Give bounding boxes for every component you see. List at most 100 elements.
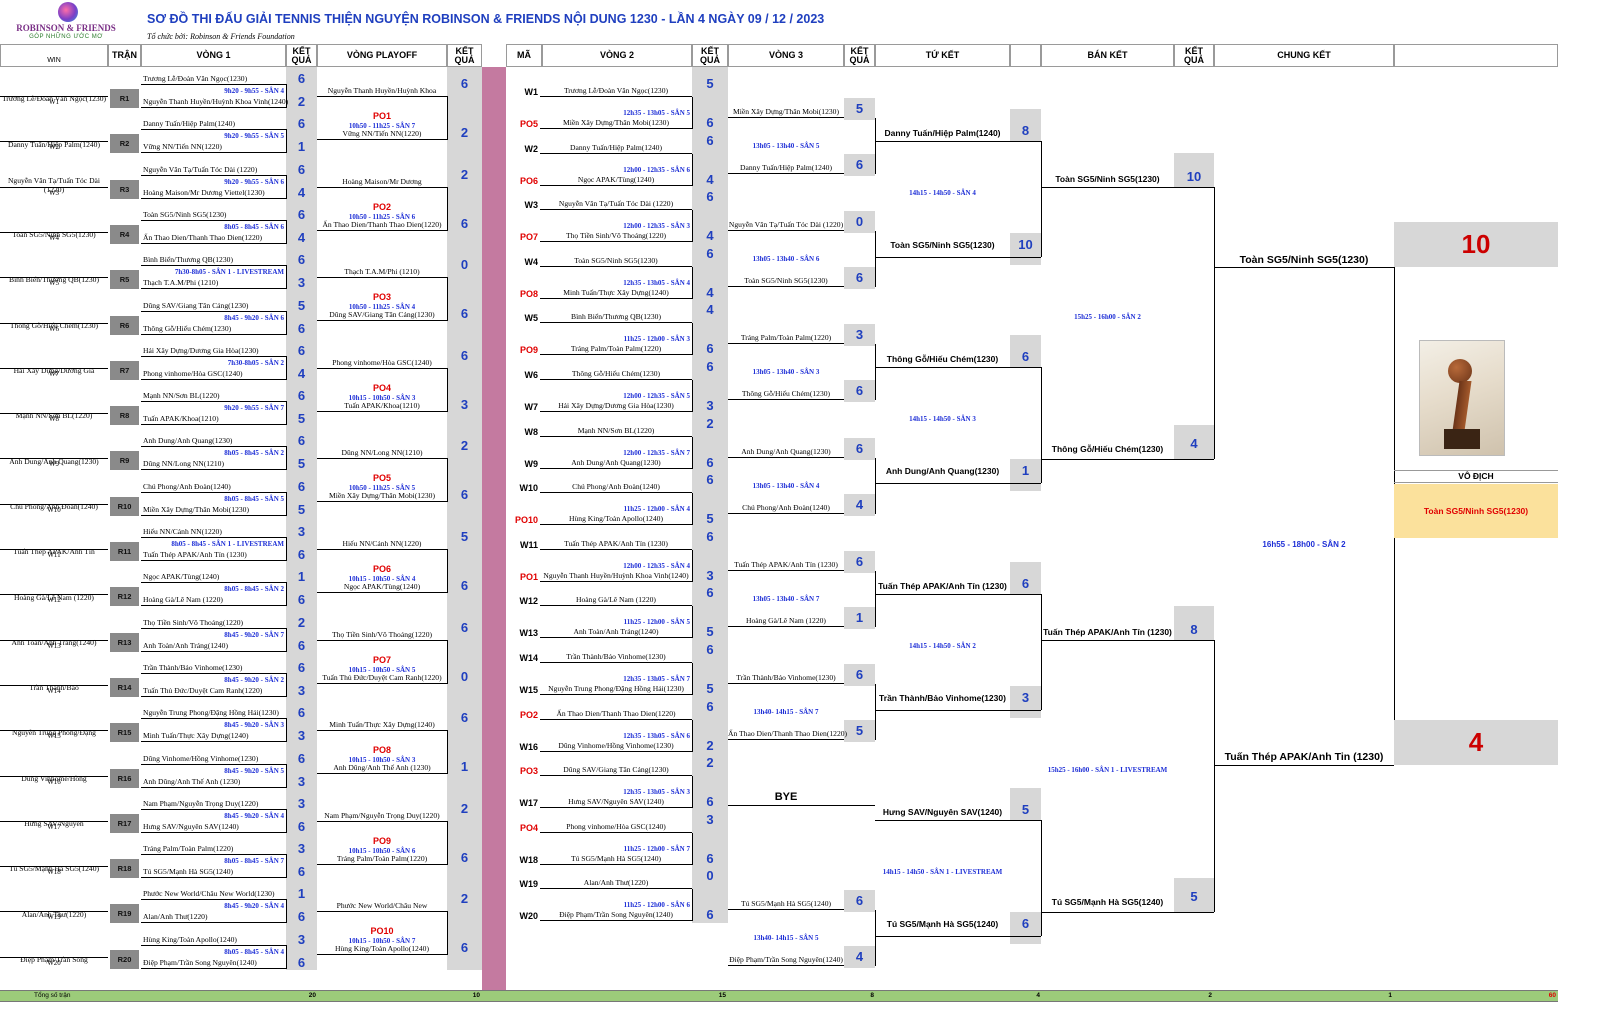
qf-time: 14h15 - 14h50 - SÂN 1 - LIVESTREAM	[882, 868, 1003, 877]
round2-bracket	[692, 97, 693, 129]
winner-code: W1	[48, 98, 60, 106]
round2-time: 12h00 - 12h35 - SÂN 4	[623, 561, 690, 570]
footer-sf: 2	[1208, 992, 1212, 999]
match-id: R8	[110, 406, 139, 426]
round2-bottom: Điệp Phạm/Trần Song Nguyên(1240)	[540, 911, 692, 922]
playoff-bottom: Dũng SAV/Giang Tân Cảng(1230)	[317, 311, 447, 322]
winner-code: W13	[47, 641, 61, 650]
round3-score-bottom: 6	[855, 270, 864, 286]
player-bottom: Thạch T.A.M/Phi (1210)	[141, 279, 286, 290]
qf-bottom: Anh Dung/Anh Quang(1230)	[885, 466, 1000, 477]
player-top: Anh Dung/Anh Quang(1230)	[141, 437, 286, 448]
playoff-top: Nam Phạm/Nguyễn Trọng Duy(1220)	[317, 811, 447, 822]
score-bottom: 2	[297, 94, 306, 109]
winner-code: W4	[48, 233, 60, 242]
round2-bracket	[692, 889, 693, 922]
playoff-code: PO2	[372, 201, 391, 212]
round2-top: Phong vinhome/Hòa GSC(1240)	[540, 822, 692, 833]
playoff-score-top: 0	[460, 257, 469, 273]
qf-score-bottom: 10	[1018, 237, 1033, 252]
winner-code: W2	[48, 143, 60, 152]
round2-bottom: Tú SG5/Mạnh Hà SG5(1240)	[540, 854, 692, 865]
footer-v3: 8	[870, 992, 874, 999]
round2-bottom: Anh Toàn/Anh Tráng(1240)	[540, 628, 692, 639]
sf-bottom: Thông Gỗ/Hiếu Chém(1230)	[1051, 444, 1164, 454]
round3-top: Nguyễn Văn Tạ/Tuấn Tóc Dài (1220)	[728, 220, 844, 232]
sf-top: Toàn SG5/Ninh SG5(1230)	[1055, 174, 1160, 184]
match-time: 8h05 - 8h45 - SÂN 4	[224, 947, 284, 956]
round2-score-bottom: 4	[706, 171, 714, 187]
qf-line	[875, 483, 1041, 485]
col-chungket: CHUNG KẾT	[1214, 44, 1394, 67]
winner-code: W20	[47, 958, 61, 967]
match-time: 9h20 - 9h55 - SÂN 7	[224, 404, 284, 413]
winner-underline	[0, 322, 108, 324]
match-time: 8h45 - 9h20 - SÂN 3	[224, 721, 284, 730]
match-id: R17	[110, 813, 139, 833]
score-top: 6	[297, 433, 306, 449]
col-vong1: VÒNG 1	[141, 44, 286, 67]
winner-code: W7	[48, 369, 60, 378]
round2-score-top: 3	[706, 811, 714, 827]
player-top: Tráng Palm/Toàn Palm(1220)	[141, 845, 286, 856]
round2-top: Thông Gỗ/Hiếu Chém(1230)	[540, 370, 692, 380]
round2-time: 11h25 - 12h00 - SÂN 6	[623, 901, 690, 910]
winner-underline	[0, 956, 108, 958]
sf-score-bottom: 4	[1190, 436, 1198, 451]
playoff-bottom: Tuấn APAK/Khoa(1210)	[317, 401, 447, 412]
round3-top: Tuấn Thép APAK/Anh Tín (1230)	[728, 560, 844, 571]
sf-line	[1041, 459, 1214, 460]
sf-line	[1041, 911, 1214, 913]
winner-code: W15	[47, 732, 61, 741]
round3-score-bottom: 6	[855, 157, 864, 172]
round2-top: Hoàng Gà/Lê Nam (1220)	[540, 596, 692, 607]
playoff-code: PO4	[372, 382, 391, 393]
col-vong2: VÒNG 2	[542, 44, 692, 67]
round3-score-bottom: 1	[855, 609, 864, 625]
round2-code-bottom: W9	[524, 458, 539, 469]
playoff-bracket	[447, 820, 448, 865]
match-id: R7	[110, 360, 139, 380]
playoff-bottom: Hùng King/Toàn Apollo(1240)	[317, 945, 447, 956]
score-bottom: 3	[297, 773, 306, 789]
round2-code-top: W8	[524, 426, 539, 437]
round2-score-top: 6	[706, 585, 714, 601]
score-top: 6	[297, 116, 306, 132]
round2-time: 12h00 - 12h35 - SÂN 3	[623, 222, 690, 231]
qf-score-top: 8	[1021, 123, 1030, 138]
col-vong3: VÒNG 3	[728, 44, 844, 67]
col-champion	[1394, 44, 1558, 67]
round3-bye: BYE	[774, 791, 798, 804]
qf-bracket	[1041, 593, 1042, 710]
match-id: R11	[110, 542, 139, 561]
score-bottom: 6	[297, 864, 306, 880]
player-top: Nguyễn Trung Phong/Đặng Hồng Hải(1230)	[141, 709, 286, 720]
round2-time: 12h00 - 12h35 - SÂN 6	[623, 165, 690, 174]
match-bracket	[286, 808, 287, 833]
final-time: 16h55 - 18h00 - SÂN 2	[1262, 540, 1346, 549]
playoff-code: PO3	[372, 292, 391, 303]
final-bottom-score: 4	[1468, 727, 1484, 757]
sf-bottom: Tú SG5/Mạnh Hà SG5(1240)	[1051, 896, 1164, 907]
match-bracket	[286, 219, 287, 244]
match-time: 8h45 - 9h20 - SÂN 2	[224, 675, 284, 684]
round2-score-bottom: 5	[706, 511, 714, 527]
match-id: R4	[110, 224, 139, 244]
round2-code-bottom: PO9	[519, 345, 538, 356]
footer-f: 1	[1388, 992, 1392, 999]
round2-bottom: Hải Xây Dựng/Dương Gia Hòa(1230)	[540, 402, 692, 412]
winner-underline	[0, 684, 108, 686]
final-top: Toàn SG5/Ninh SG5(1230)	[1239, 254, 1369, 266]
match-bracket	[286, 84, 287, 108]
sf-line	[1041, 639, 1214, 641]
round3-top: Tráng Palm/Toàn Palm(1220)	[728, 334, 844, 345]
score-bottom: 4	[297, 184, 306, 200]
col-banket: BÁN KẾT	[1041, 44, 1174, 67]
player-bottom: Tuấn APAK/Khoa(1210)	[141, 415, 286, 426]
player-top: Chú Phong/Anh Đoàn(1240)	[141, 482, 286, 493]
score-col-v1	[286, 67, 317, 970]
round2-score-top: 6	[706, 245, 714, 261]
score-top: 1	[297, 886, 306, 902]
player-bottom: Ấn Thao Dien/Thanh Thao Dien(1220)	[141, 234, 286, 244]
match-id: R2	[110, 134, 139, 154]
